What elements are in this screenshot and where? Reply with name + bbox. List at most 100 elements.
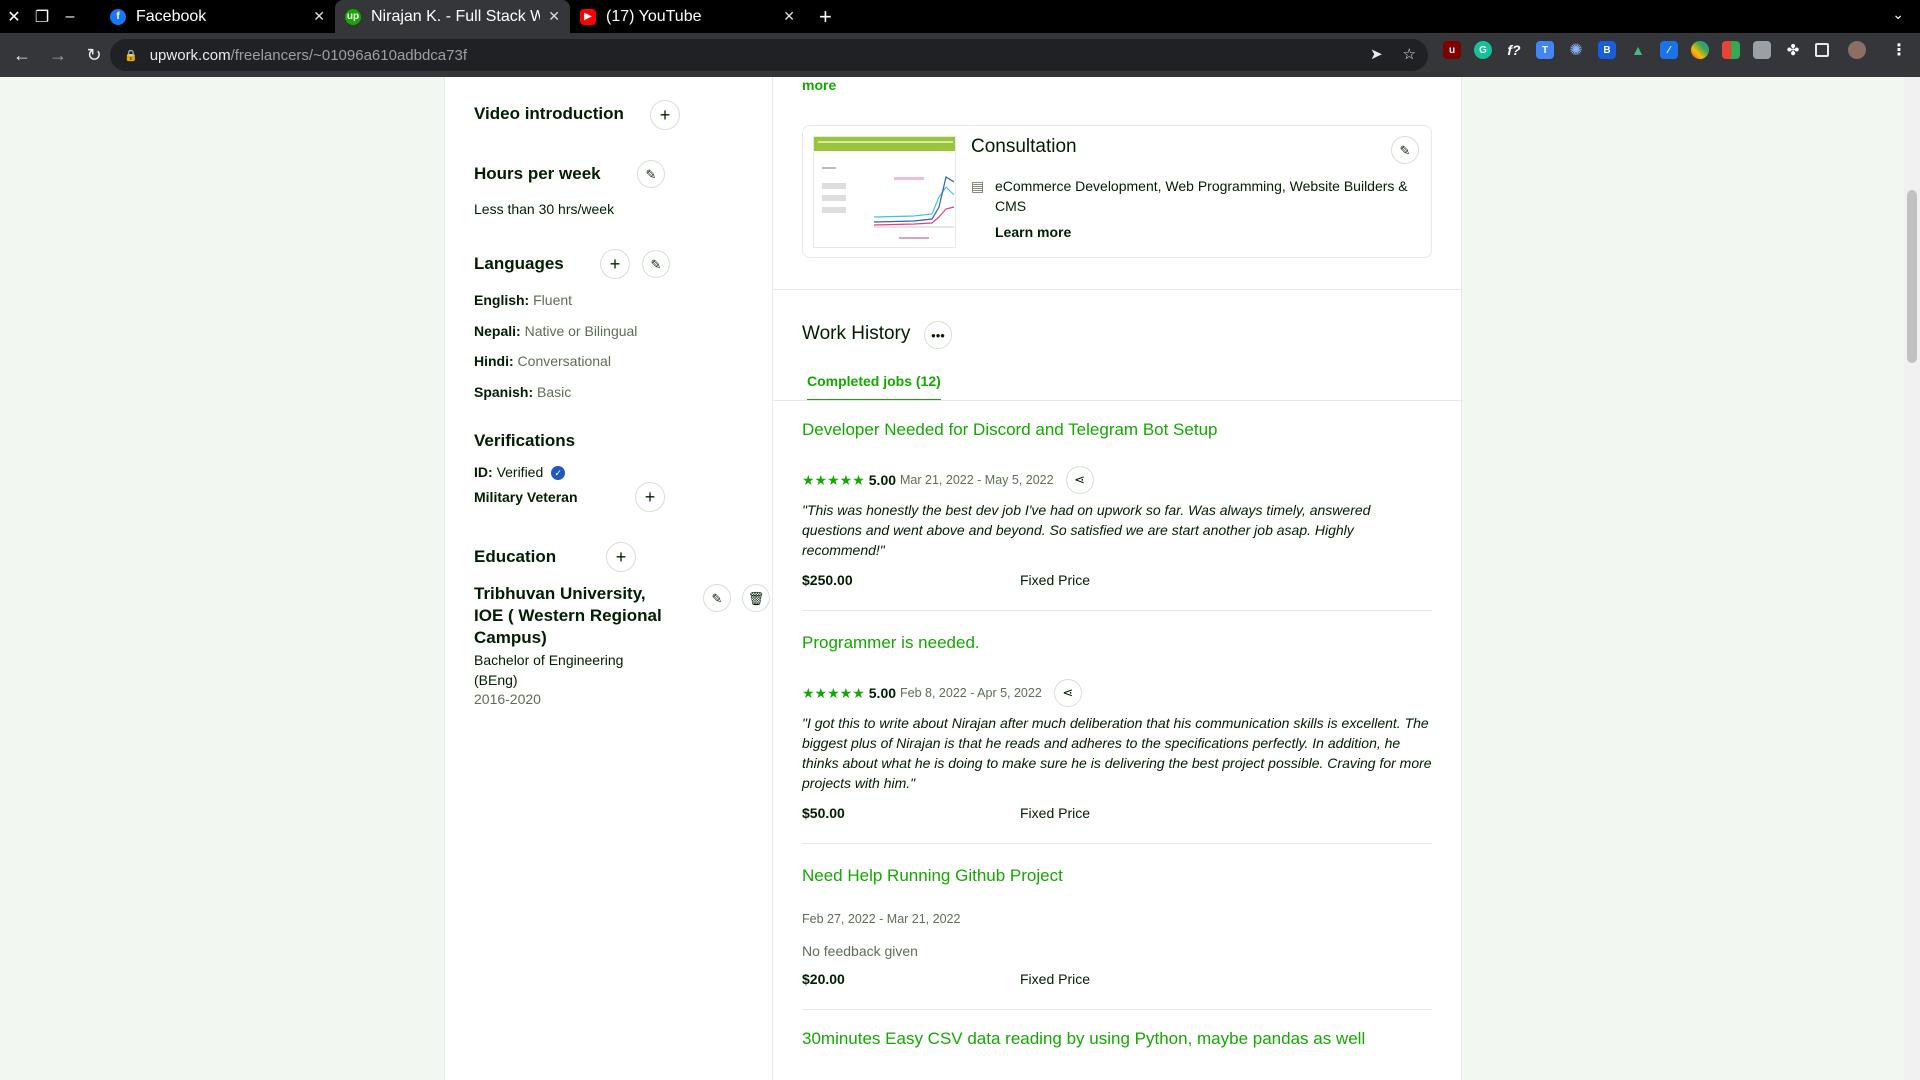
job-dates: Mar 21, 2022 - May 5, 2022 — [900, 473, 1054, 487]
minimize-window-icon[interactable]: – — [56, 0, 84, 33]
close-window-icon[interactable]: ✕ — [0, 0, 28, 33]
url-path: /freelancers/~01096a610adbdca73f — [230, 46, 468, 64]
job-price-type: Fixed Price — [1020, 805, 1091, 821]
grammarly-extension-icon[interactable]: G — [1474, 41, 1492, 59]
tab-upwork[interactable]: up Nirajan K. - Full Stack Web ✕ — [335, 0, 570, 33]
language-item: Nepali: Native or Bilingual — [474, 323, 637, 339]
restore-window-icon[interactable]: ❐ — [28, 0, 56, 33]
job-title-link[interactable]: Programmer is needed. — [802, 633, 980, 653]
avatar[interactable] — [1848, 41, 1866, 59]
client-feedback: "I got this to write about Nirajan after… — [802, 715, 1432, 791]
job-price: $50.00 — [802, 805, 845, 821]
tab-facebook[interactable]: f Facebook ✕ — [100, 0, 335, 33]
work-history-title: Work History — [802, 323, 911, 344]
add-military-button[interactable]: + — [635, 482, 665, 512]
address-bar[interactable]: 🔒 upwork.com/freelancers/~01096a610adbdc… — [110, 39, 1428, 71]
youtube-icon: ▶ — [580, 8, 596, 25]
browser-tab-bar: ✕ ❐ – f Facebook ✕ up Nirajan K. - Full … — [0, 0, 1920, 33]
consultation-card[interactable]: Consultation ✎ ▤ eCommerce Development, … — [802, 125, 1432, 258]
more-horizontal-icon: ••• — [931, 327, 945, 343]
plus-icon: + — [659, 105, 671, 125]
close-tab-icon[interactable]: ✕ — [548, 8, 560, 25]
language-name: English: — [474, 292, 530, 308]
forward-icon[interactable]: → — [42, 39, 74, 71]
color-picker-extension-icon[interactable]: ⁄ — [1660, 41, 1678, 59]
degree: Bachelor of Engineering (BEng) — [474, 652, 624, 688]
share-icon: ⋖ — [1062, 685, 1074, 700]
job-title-link[interactable]: Need Help Running Github Project — [802, 866, 1063, 886]
page-scrollbar[interactable] — [1904, 77, 1920, 1080]
verified-badge-icon: ✓ — [551, 466, 566, 481]
job-title-link[interactable]: Developer Needed for Discord and Telegra… — [802, 420, 1217, 440]
palette-extension-icon[interactable] — [1691, 41, 1709, 59]
rating-score: 5.00 — [868, 472, 897, 488]
vue-extension-icon[interactable]: ▲ — [1629, 41, 1647, 59]
job-price-type: Fixed Price — [1020, 572, 1091, 588]
pencil-icon: ✎ — [1399, 142, 1411, 158]
chevron-down-icon[interactable]: ⌄ — [1892, 6, 1904, 23]
work-history-options-button[interactable]: ••• — [924, 321, 952, 349]
add-education-button[interactable]: + — [606, 542, 636, 572]
job-title-link[interactable]: 30minutes Easy CSV data reading by using… — [802, 1029, 1365, 1049]
edit-education-button[interactable]: ✎ — [703, 584, 731, 612]
tab-completed-jobs[interactable]: Completed jobs (12) — [807, 373, 941, 401]
share-button[interactable]: ⋖ — [1053, 679, 1082, 707]
language-name: Spanish: — [474, 384, 534, 400]
language-item: Spanish: Basic — [474, 384, 571, 400]
ublock-extension-icon[interactable]: u — [1443, 41, 1461, 59]
pencil-icon: ✎ — [650, 256, 662, 272]
image-extension-icon[interactable] — [1753, 41, 1771, 59]
more-link[interactable]: more — [802, 77, 836, 93]
translate-extension-icon[interactable]: T — [1536, 41, 1554, 59]
share-icon: ⋖ — [1074, 472, 1086, 487]
language-level: Fluent — [533, 292, 573, 308]
bitwarden-extension-icon[interactable]: B — [1598, 41, 1616, 59]
star-icon[interactable]: ☆ — [1403, 45, 1416, 63]
job-divider — [802, 610, 1432, 611]
education-title: Education — [474, 547, 557, 566]
edit-languages-button[interactable]: ✎ — [642, 250, 670, 278]
language-item: Hindi: Conversational — [474, 353, 611, 369]
trash-icon: 🗑 — [747, 590, 765, 606]
language-name: Hindi: — [474, 353, 514, 369]
grid-extension-icon[interactable] — [1722, 41, 1740, 59]
share-button[interactable]: ⋖ — [1065, 466, 1094, 494]
edit-consultation-button[interactable]: ✎ — [1391, 136, 1419, 164]
hours-title: Hours per week — [474, 164, 601, 183]
gear-extension-icon[interactable]: ✺ — [1567, 41, 1585, 59]
puzzle-extensions-icon[interactable]: ✤ — [1784, 41, 1802, 59]
reload-icon[interactable]: ↻ — [78, 39, 110, 71]
add-video-button[interactable]: + — [650, 100, 680, 130]
formula-extension-icon[interactable]: f? — [1505, 41, 1523, 59]
id-verification: ID: Verified ✓ — [474, 464, 566, 481]
star-rating: ★★★★★ — [802, 684, 865, 701]
send-icon[interactable]: ➤ — [1370, 45, 1383, 63]
school-name: Tribhuvan University, IOE ( Western Regi… — [474, 584, 662, 647]
side-panel-icon[interactable] — [1815, 43, 1829, 57]
close-tab-icon[interactable]: ✕ — [783, 8, 795, 25]
tab-label: Nirajan K. - Full Stack Web — [371, 7, 541, 25]
tab-youtube[interactable]: ▶ (17) YouTube ✕ — [570, 0, 805, 33]
military-veteran: Military Veteran — [474, 489, 578, 505]
new-tab-icon[interactable]: + — [819, 4, 832, 30]
job-price: $250.00 — [802, 572, 853, 588]
edit-hours-button[interactable]: ✎ — [637, 160, 665, 188]
client-feedback: No feedback given — [802, 943, 918, 959]
column-divider — [772, 77, 773, 1080]
kebab-menu-icon[interactable]: ⋮ — [1890, 41, 1908, 59]
consultation-category: eCommerce Development, Web Programming, … — [995, 178, 1408, 214]
delete-education-button[interactable]: 🗑 — [742, 584, 770, 612]
close-tab-icon[interactable]: ✕ — [313, 8, 325, 25]
job-rating-row: ★★★★★ 5.00 Feb 8, 2022 - Apr 5, 2022 ⋖ — [802, 679, 1082, 707]
verifications-title: Verifications — [474, 431, 576, 450]
consultation-title: Consultation — [971, 136, 1077, 157]
education-years: 2016-2020 — [474, 691, 541, 707]
back-icon[interactable]: ← — [6, 39, 38, 71]
learn-more-link[interactable]: Learn more — [995, 224, 1071, 240]
id-value: Verified — [496, 464, 544, 480]
add-language-button[interactable]: + — [600, 249, 630, 279]
pencil-icon: ✎ — [645, 166, 657, 182]
job-dates: Feb 8, 2022 - Apr 5, 2022 — [900, 686, 1042, 700]
job-divider — [802, 843, 1432, 844]
scrollbar-thumb[interactable] — [1907, 190, 1917, 363]
